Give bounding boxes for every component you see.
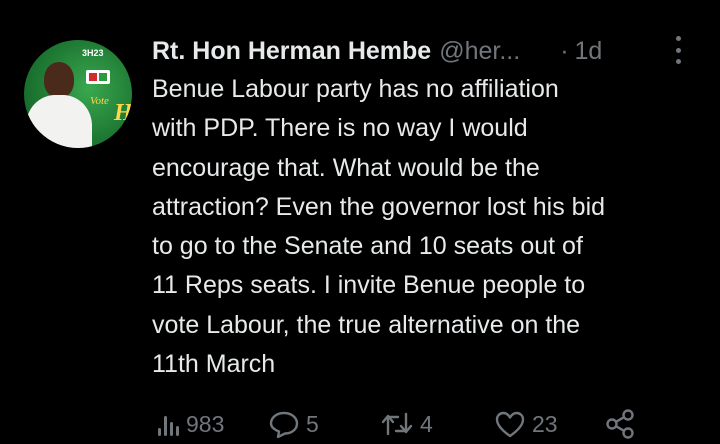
reply-icon: [269, 411, 299, 438]
more-options-button[interactable]: [668, 36, 688, 64]
more-dot-icon: [675, 36, 681, 41]
like-count: 23: [532, 410, 558, 437]
avatar-poster-vote: Vote: [90, 95, 109, 107]
avatar-person-head: [44, 62, 74, 98]
reply-count: 5: [306, 410, 319, 437]
tweet-card[interactable]: 3H23 Vote H Rt. Hon Herman Hembe @her...…: [0, 0, 720, 442]
author-display-name[interactable]: Rt. Hon Herman Hembe: [152, 34, 431, 68]
tweet-text-line: with PDP. There is no way I would: [152, 114, 528, 143]
header-separator: ·: [560, 37, 569, 65]
tweet-text-line: to go to the Senate and 10 seats out of: [152, 232, 583, 261]
retweet-icon: [381, 412, 413, 436]
tweet-header: Rt. Hon Herman Hembe @her... · 1d: [152, 34, 602, 68]
tweet-text-line: vote Labour, the true alternative on the: [152, 310, 581, 339]
avatar[interactable]: 3H23 Vote H: [24, 40, 132, 148]
tweet-text: Benue Labour party has no affiliation wi…: [152, 70, 692, 384]
views-icon: [158, 416, 179, 436]
tweet-text-line: 11 Reps seats. I invite Benue people to: [152, 271, 586, 300]
tweet-text-line: 11th March: [152, 350, 276, 379]
tweet-text-line: attraction? Even the governor lost his b…: [152, 192, 606, 221]
more-dot-icon: [675, 47, 681, 53]
avatar-poster-code: 3H23: [82, 48, 104, 58]
share-button[interactable]: [604, 404, 636, 444]
share-icon: [606, 409, 634, 439]
more-dot-icon: [675, 59, 681, 64]
tweet-timestamp[interactable]: 1d: [575, 34, 603, 68]
tweet-actions-bar: 983 5 4 23: [0, 404, 720, 444]
party-logo-icon: [86, 70, 110, 84]
views-count: 983: [186, 410, 225, 437]
retweet-count: 4: [420, 410, 433, 437]
tweet-text-line: encourage that. What would be the: [152, 153, 540, 182]
like-button[interactable]: 23: [494, 404, 558, 444]
avatar-poster-letter: H: [114, 100, 132, 126]
views-button[interactable]: 983: [156, 404, 224, 444]
author-handle[interactable]: @her...: [439, 34, 520, 68]
retweet-button[interactable]: 4: [380, 404, 433, 444]
reply-button[interactable]: 5: [268, 404, 319, 444]
avatar-person-body: [26, 95, 92, 148]
tweet-text-line: Benue Labour party has no affiliation: [152, 75, 559, 103]
like-icon: [495, 411, 525, 438]
